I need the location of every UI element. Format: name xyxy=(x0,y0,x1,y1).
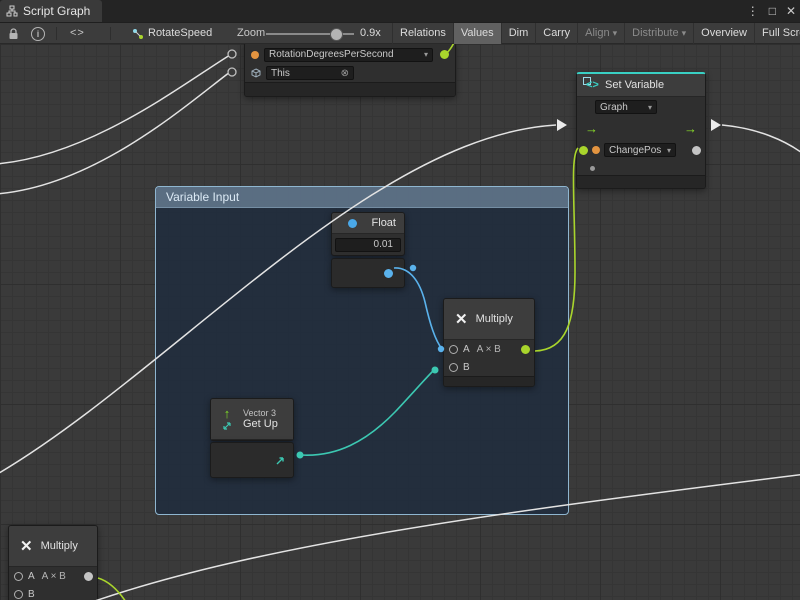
overview-button[interactable]: Overview xyxy=(693,23,754,44)
null-target-icon: ⊗ xyxy=(337,68,349,79)
lock-icon[interactable] xyxy=(8,28,19,40)
dim-button[interactable]: Dim xyxy=(501,23,536,44)
value-output-port[interactable] xyxy=(692,146,701,155)
output-port[interactable] xyxy=(84,572,93,581)
graph-name-label: RotateSpeed xyxy=(148,23,212,43)
flow-out-port[interactable]: → xyxy=(684,121,697,136)
toolbar-separator xyxy=(110,27,111,40)
node-multiply-bottom[interactable]: ✕ Multiply A A × B B xyxy=(8,525,98,600)
wire-end-ring[interactable] xyxy=(228,68,236,76)
node-title: Multiply xyxy=(476,313,513,325)
port-label: B xyxy=(463,362,470,373)
set-variable-icon: <> xyxy=(583,77,601,93)
flow-in-port[interactable]: → xyxy=(585,121,598,136)
distribute-button[interactable]: Distribute▾ xyxy=(624,23,693,44)
code-view-icon[interactable]: <> xyxy=(70,23,85,43)
script-graph-window: Script Graph ⋮ □ ✕ i <> RotateSpeed Zoom… xyxy=(0,0,800,600)
node-set-variable[interactable]: <> Set Variable Graph ▾ → → ChangePos xyxy=(576,72,706,189)
input-port-a[interactable] xyxy=(449,345,458,354)
zoom-slider[interactable] xyxy=(266,33,354,35)
group-header[interactable]: Variable Input xyxy=(156,187,568,208)
zoom-slider-knob[interactable] xyxy=(330,28,343,41)
port-label: A xyxy=(463,344,470,355)
node-vector3-get-up[interactable]: ↑ Vector 3 Get Up xyxy=(210,398,294,441)
window-close-icon[interactable]: ✕ xyxy=(786,0,796,22)
variable-icon xyxy=(592,146,600,154)
align-button[interactable]: Align▾ xyxy=(577,23,624,44)
node-title: Multiply xyxy=(41,540,78,552)
node-vector3-port-strip[interactable] xyxy=(210,442,294,478)
node-multiply[interactable]: ✕ Multiply A A × B B xyxy=(443,298,535,387)
port-label: A × B xyxy=(477,344,501,355)
zoom-label: Zoom xyxy=(237,23,265,43)
wire-white-top-2[interactable] xyxy=(0,72,230,194)
port-label: A × B xyxy=(42,571,66,582)
script-graph-asset-icon xyxy=(132,28,144,40)
variable-name-dropdown[interactable]: RotationDegreesPerSecond ▾ xyxy=(264,48,433,62)
relations-button[interactable]: Relations xyxy=(392,23,453,44)
carry-button[interactable]: Carry xyxy=(535,23,577,44)
window-maximize-icon[interactable]: □ xyxy=(769,0,776,22)
toolbar: i <> RotateSpeed Zoom 0.9x Relations Val… xyxy=(0,22,800,44)
target-field[interactable]: This ⊗ xyxy=(266,66,354,80)
flow-arrowhead xyxy=(711,119,721,131)
float-output-port[interactable] xyxy=(384,269,393,278)
toolbar-buttons: Relations Values Dim Carry Align▾ Distri… xyxy=(392,23,800,44)
chevron-down-icon: ▾ xyxy=(644,103,652,112)
tab-script-graph[interactable]: Script Graph xyxy=(0,0,102,22)
fullscreen-button[interactable]: Full Screen xyxy=(754,23,800,44)
chevron-down-icon: ▾ xyxy=(613,28,618,38)
node-footer xyxy=(444,376,534,386)
chevron-down-icon: ▾ xyxy=(682,28,687,38)
extra-port[interactable] xyxy=(590,166,595,171)
wire-control-out[interactable] xyxy=(722,125,800,156)
vector3-axes-icon xyxy=(221,420,233,432)
up-arrow-icon: ↑ xyxy=(224,407,231,420)
input-port-a[interactable] xyxy=(14,572,23,581)
port-label: A xyxy=(28,571,35,582)
node-title: Set Variable xyxy=(605,79,664,91)
flow-arrowhead xyxy=(557,119,567,131)
window-menu-icon[interactable]: ⋮ xyxy=(747,0,759,22)
output-port[interactable] xyxy=(521,345,530,354)
float-type-icon xyxy=(348,219,357,228)
variable-name-dropdown[interactable]: ChangePos ▾ xyxy=(604,143,676,157)
node-footer xyxy=(577,175,705,188)
toolbar-separator xyxy=(56,27,57,40)
node-title: Float xyxy=(372,217,396,229)
type-label: Vector 3 xyxy=(243,408,278,418)
input-port-b[interactable] xyxy=(14,590,23,599)
wire-white-top-1[interactable] xyxy=(0,55,230,164)
wire-lime-bottom-stub[interactable] xyxy=(98,578,126,600)
node-float-port-strip[interactable] xyxy=(331,258,405,288)
port-label: B xyxy=(28,589,35,600)
values-button[interactable]: Values xyxy=(453,23,501,44)
variable-icon xyxy=(251,51,259,59)
multiply-icon: ✕ xyxy=(455,310,468,328)
node-float[interactable]: Float 0.01 xyxy=(331,212,405,256)
float-value-input[interactable]: 0.01 xyxy=(335,238,401,252)
titlebar: Script Graph ⋮ □ ✕ xyxy=(0,0,800,22)
value-input-port[interactable] xyxy=(579,146,588,155)
multiply-icon: ✕ xyxy=(20,537,33,555)
wire-end-ring[interactable] xyxy=(228,50,236,58)
window-title: Script Graph xyxy=(23,4,90,18)
zoom-value: 0.9x xyxy=(360,23,381,43)
node-footer xyxy=(245,82,455,96)
value-output-port[interactable] xyxy=(440,50,449,59)
chevron-down-icon: ▾ xyxy=(663,146,671,155)
variable-scope-dropdown[interactable]: Graph ▾ xyxy=(595,100,657,114)
input-port-b[interactable] xyxy=(449,363,458,372)
chevron-down-icon: ▾ xyxy=(420,50,428,59)
gameobject-cube-icon xyxy=(251,68,261,78)
graph-icon xyxy=(6,5,18,17)
node-title: Get Up xyxy=(243,418,278,430)
vector3-output-port[interactable] xyxy=(274,455,286,467)
info-icon[interactable]: i xyxy=(31,27,45,41)
graph-canvas[interactable]: Variable Input RotationDegreesPerSecond … xyxy=(0,44,800,600)
node-get-variable[interactable]: RotationDegreesPerSecond ▾ This ⊗ xyxy=(244,44,456,97)
